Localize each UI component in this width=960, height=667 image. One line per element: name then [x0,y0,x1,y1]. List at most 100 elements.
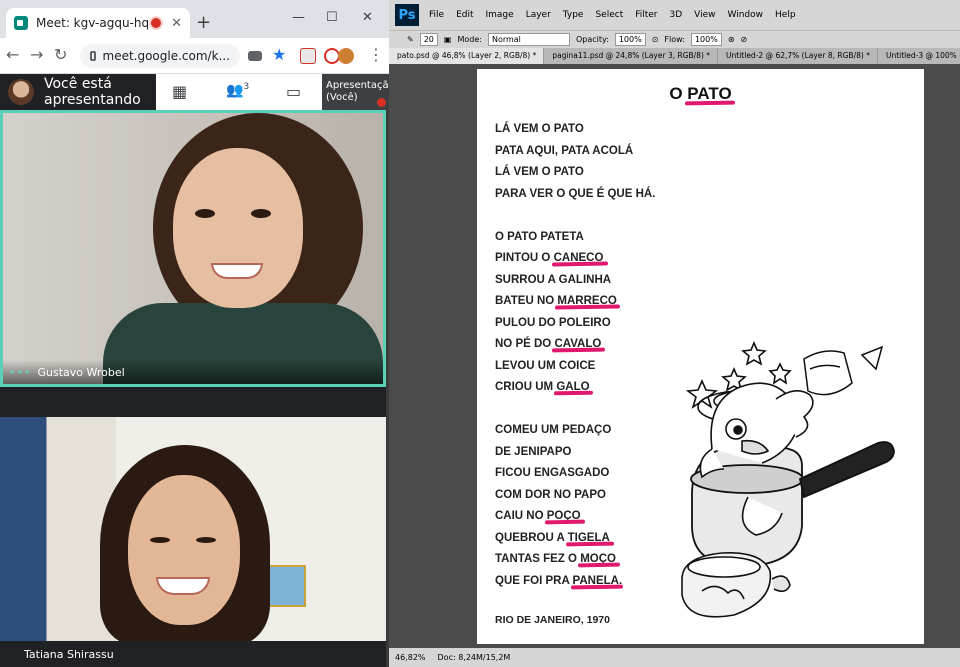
presentation-tile[interactable]: Apresentação (Você) [322,74,395,110]
camera-icon[interactable] [248,51,262,61]
poem-line: SURROU A GALINHA [495,270,795,292]
doc-tab-untitled-2[interactable]: Untitled-2 @ 62,7% (Layer 8, RGB/8) * [718,48,878,64]
highlighted-word: PANELA [572,574,619,587]
poem-line-text: TANTAS FEZ O [495,553,581,565]
back-icon[interactable]: ← [6,46,19,64]
highlighted-word: CAVALO [554,338,602,350]
options-bar: ✎ 20 ▣ Mode: Normal Opacity: 100% ⊙ Flow… [389,30,960,48]
brush-tool-icon[interactable]: ✎ [407,35,414,44]
duck-in-pot-illustration [681,340,895,618]
poem-line-text: CRIOU UM [495,381,557,393]
close-window-button[interactable]: ✕ [362,10,373,25]
poem-line-text: QUE FOI PRA [495,574,573,587]
desktop: Meet: kgv-agqu-hqa ✕ + — ☐ ✕ ← → ↻ meet.… [0,0,960,667]
doc-size: Doc: 8,24M/15,2M [437,653,511,662]
chat-icon[interactable]: ▭ [286,82,301,101]
doc-tab-untitled-3[interactable]: Untitled-3 @ 100% (Gra [878,48,960,64]
menu-edit[interactable]: Edit [456,10,473,20]
poem-line-text: FICOU ENGASGADO [495,467,610,479]
lock-icon [90,51,96,61]
brush-panel-icon[interactable]: ▣ [444,35,452,44]
poem-line-text: O PATO PATETA [495,230,584,243]
video-gap [0,387,386,417]
poem-line-text: PATA AQUI, PATA ACOLÁ [495,144,634,157]
poem-line-text: PULOU DO POLEIRO [495,316,611,329]
menu-layer[interactable]: Layer [526,10,551,20]
poem-line-text: CAIU NO [495,510,547,522]
presenting-text: Você está apresentando [44,76,141,108]
poem-line: PATA AQUI, PATA ACOLÁ [495,141,795,163]
menu-filter[interactable]: Filter [635,10,657,20]
close-tab-icon[interactable]: ✕ [171,16,182,31]
menu-window[interactable]: Window [728,10,764,20]
poem-line: LÁ VEM O PATO [495,162,795,184]
poem-line-text: COM DOR NO PAPO [495,488,606,501]
highlighted-word: POÇO [546,510,581,522]
poem-line-text: LÁ VEM O PATO [495,166,584,178]
poem-line-text: PINTOU O [495,252,554,264]
poem-line-text: COMEU UM PEDAÇO [495,424,612,436]
opacity-label: Opacity: [575,35,609,44]
poem-line: PARA VER O QUE É QUE HÁ. [495,184,795,206]
reload-icon[interactable]: ↻ [54,46,67,64]
mode-select[interactable]: Normal [487,33,570,46]
poem-line: O PATO PATETA [495,227,795,249]
maximize-button[interactable]: ☐ [326,10,338,25]
minimize-button[interactable]: — [292,10,305,25]
photoshop-logo: Ps [395,4,419,26]
canvas-area[interactable]: O PATO LÁ VEM O PATO PATA AQUI, PATA ACOL… [389,64,960,648]
poem-place-date: RIO DE JANEIRO, 1970 [495,614,610,626]
highlighted-word: MARRECO [557,295,617,307]
bookmark-star-icon[interactable]: ★ [272,46,286,64]
doc-tab-pato[interactable]: pato.psd @ 46,8% (Layer 2, RGB/8) * [389,48,545,64]
poem-line-text: LEVOU UM COICE [495,359,596,372]
poem-line-text: BATEU NO [495,295,558,307]
menu-image[interactable]: Image [486,10,514,20]
menu-type[interactable]: Type [563,10,584,20]
tab-title: Meet: kgv-agqu-hqa [36,16,152,30]
doc-tab-pagina11[interactable]: pagina11.psd @ 24,8% (Layer 3, RGB/8) * [544,48,719,64]
flow-field[interactable]: 100% [690,33,722,46]
flow-label: Flow: [664,35,685,44]
stanza-break [495,205,795,227]
participant-1-name: Gustavo Wrobel [37,365,125,379]
new-tab-button[interactable]: + [196,14,211,32]
grid-layout-icon[interactable]: ▦ [172,82,187,101]
people-icon[interactable]: 👥3 [226,82,249,99]
participant-video-2[interactable] [0,417,386,641]
poem-line-text: SURROU A GALINHA [495,273,612,286]
participant-2-eye [150,537,170,543]
browser-toolbar: ← → ↻ meet.google.com/k... ★ ⋮ [0,38,389,74]
highlighted-word: TIGELA [567,531,610,544]
pressure-opacity-icon[interactable]: ⊙ [652,35,659,44]
airbrush-icon[interactable]: ⊛ [728,35,735,44]
recording-indicator-icon [151,18,162,28]
forward-icon[interactable]: → [30,46,43,64]
tab-strip: Meet: kgv-agqu-hqa ✕ + — ☐ ✕ [0,0,389,38]
opacity-field[interactable]: 100% [614,33,646,46]
menu-select[interactable]: Select [595,10,623,20]
participant-1-smile [211,263,263,279]
profile-avatar[interactable] [338,48,354,64]
menu-help[interactable]: Help [775,10,796,20]
menu-file[interactable]: File [429,10,444,20]
menu-3d[interactable]: 3D [670,10,683,20]
poem-line: PINTOU O CANECO [495,248,795,270]
meet-favicon-icon [14,16,28,30]
presenter-avatar [8,79,34,105]
photoshop-menu-bar: Ps File Edit Image Layer Type Select Fil… [389,0,960,30]
more-menu-icon[interactable]: ⋮ [368,46,384,64]
zoom-level[interactable]: 46,82% [395,653,426,662]
pdf-extension-icon[interactable] [300,48,316,64]
menu-view[interactable]: View [694,10,715,20]
participant-2-name: Tatiana Shirassu [24,647,114,661]
document-page[interactable]: O PATO LÁ VEM O PATO PATA AQUI, PATA ACOL… [477,69,924,644]
photoshop-window: Ps File Edit Image Layer Type Select Fil… [389,0,960,667]
pressure-size-icon[interactable]: ⊘ [741,35,748,44]
brush-size[interactable]: 20 [419,33,438,46]
participant-video-1[interactable]: ••• Gustavo Wrobel [0,110,386,387]
meet-tab[interactable]: Meet: kgv-agqu-hqa ✕ [6,8,190,38]
url-text: meet.google.com/k... [102,49,231,63]
address-bar[interactable]: meet.google.com/k... [80,44,240,68]
participant-1-name-tag: ••• Gustavo Wrobel [3,360,383,384]
